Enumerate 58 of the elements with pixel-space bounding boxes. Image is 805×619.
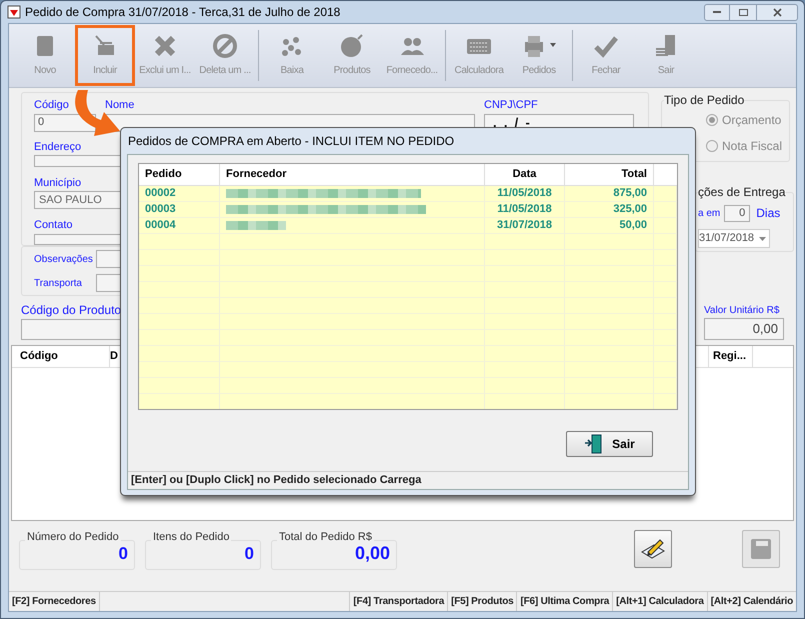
table-cell-text: 11/05/2018 [497, 202, 552, 218]
app-icon [7, 5, 21, 19]
summary-value: 0,00 [271, 540, 397, 570]
radio-button[interactable] [706, 140, 718, 152]
toolbar-icon [152, 33, 178, 59]
radio-label: Orçamento [722, 112, 782, 129]
exit-button[interactable]: Sair [566, 431, 653, 457]
table-cell-text: 875,00 [613, 186, 647, 202]
table-cell-text: 11/05/2018 [497, 186, 552, 202]
status-label: [Alt+1] Calculadora [613, 592, 708, 611]
column-header[interactable]: Data [485, 164, 565, 185]
status-label: [Alt+2] Calendário [710, 595, 794, 609]
caret-icon [759, 236, 766, 240]
toolbar-icon [212, 33, 238, 59]
table-cell-text: 00002 [145, 186, 176, 202]
maximize-button[interactable] [730, 4, 756, 20]
field-label: Endereço [34, 140, 82, 154]
dialog-title: Pedidos de COMPRA em Aberto - INCLUI ITEM NO PEDIDO [128, 133, 454, 150]
field-label: Nome [105, 98, 134, 113]
unit-price-field[interactable]: 0,00 [704, 318, 784, 340]
table-cell-text: 00003 [145, 202, 176, 218]
column-header[interactable]: Pedido [139, 164, 220, 185]
table-cell-text: 00004 [145, 218, 176, 234]
days-field[interactable]: 0 [724, 204, 750, 222]
radio-button[interactable] [706, 114, 718, 126]
status-label: [F4] Transportadora [349, 592, 448, 611]
status-label: [F6] Ultima Compra [517, 592, 614, 611]
door-exit-icon [584, 434, 604, 454]
radio-label: Nota Fiscal [722, 138, 782, 155]
field-label: Município [34, 176, 82, 190]
column-header[interactable]: D [110, 346, 118, 367]
table-cell-text: 50,00 [619, 218, 647, 234]
date-dropdown[interactable]: 31/07/2018 [698, 229, 770, 248]
column-header[interactable]: Regi... [708, 346, 753, 367]
field-label: Dias [756, 205, 780, 222]
edit-button[interactable] [634, 530, 672, 568]
status-text: [Enter] ou [Duplo Click] no Pedido selecionado Carrega [131, 473, 422, 488]
field-label: Transporta [34, 276, 83, 290]
field-label: Valor Unitário R$ [704, 304, 780, 318]
summary-value: 0 [145, 540, 261, 570]
close-icon [772, 8, 782, 16]
status-label: [F5] Produtos [448, 592, 518, 611]
window-title: Pedido de Compra 31/07/2018 - Terca,31 de Julho de 2018 [25, 4, 340, 21]
table-cell-text: 31/07/2018 [496, 218, 552, 234]
toolbar-icon [339, 33, 365, 59]
minimize-button[interactable] [704, 4, 730, 20]
field-label: Contato [34, 218, 73, 233]
column-header[interactable]: Total [565, 164, 654, 185]
close-button[interactable] [756, 4, 798, 20]
field-label: Código do Produto [21, 302, 122, 319]
column-header[interactable]: Fornecedor [220, 164, 485, 185]
field-label: a em [698, 206, 720, 220]
table-cell-text: 325,00 [613, 202, 647, 218]
status-label: [F2] Fornecedores [9, 592, 100, 611]
column-header[interactable]: Código [12, 346, 110, 367]
field-label: Código [34, 98, 69, 113]
field-label: CNPJ\CPF [484, 98, 538, 113]
field-label: Observações [34, 252, 94, 266]
